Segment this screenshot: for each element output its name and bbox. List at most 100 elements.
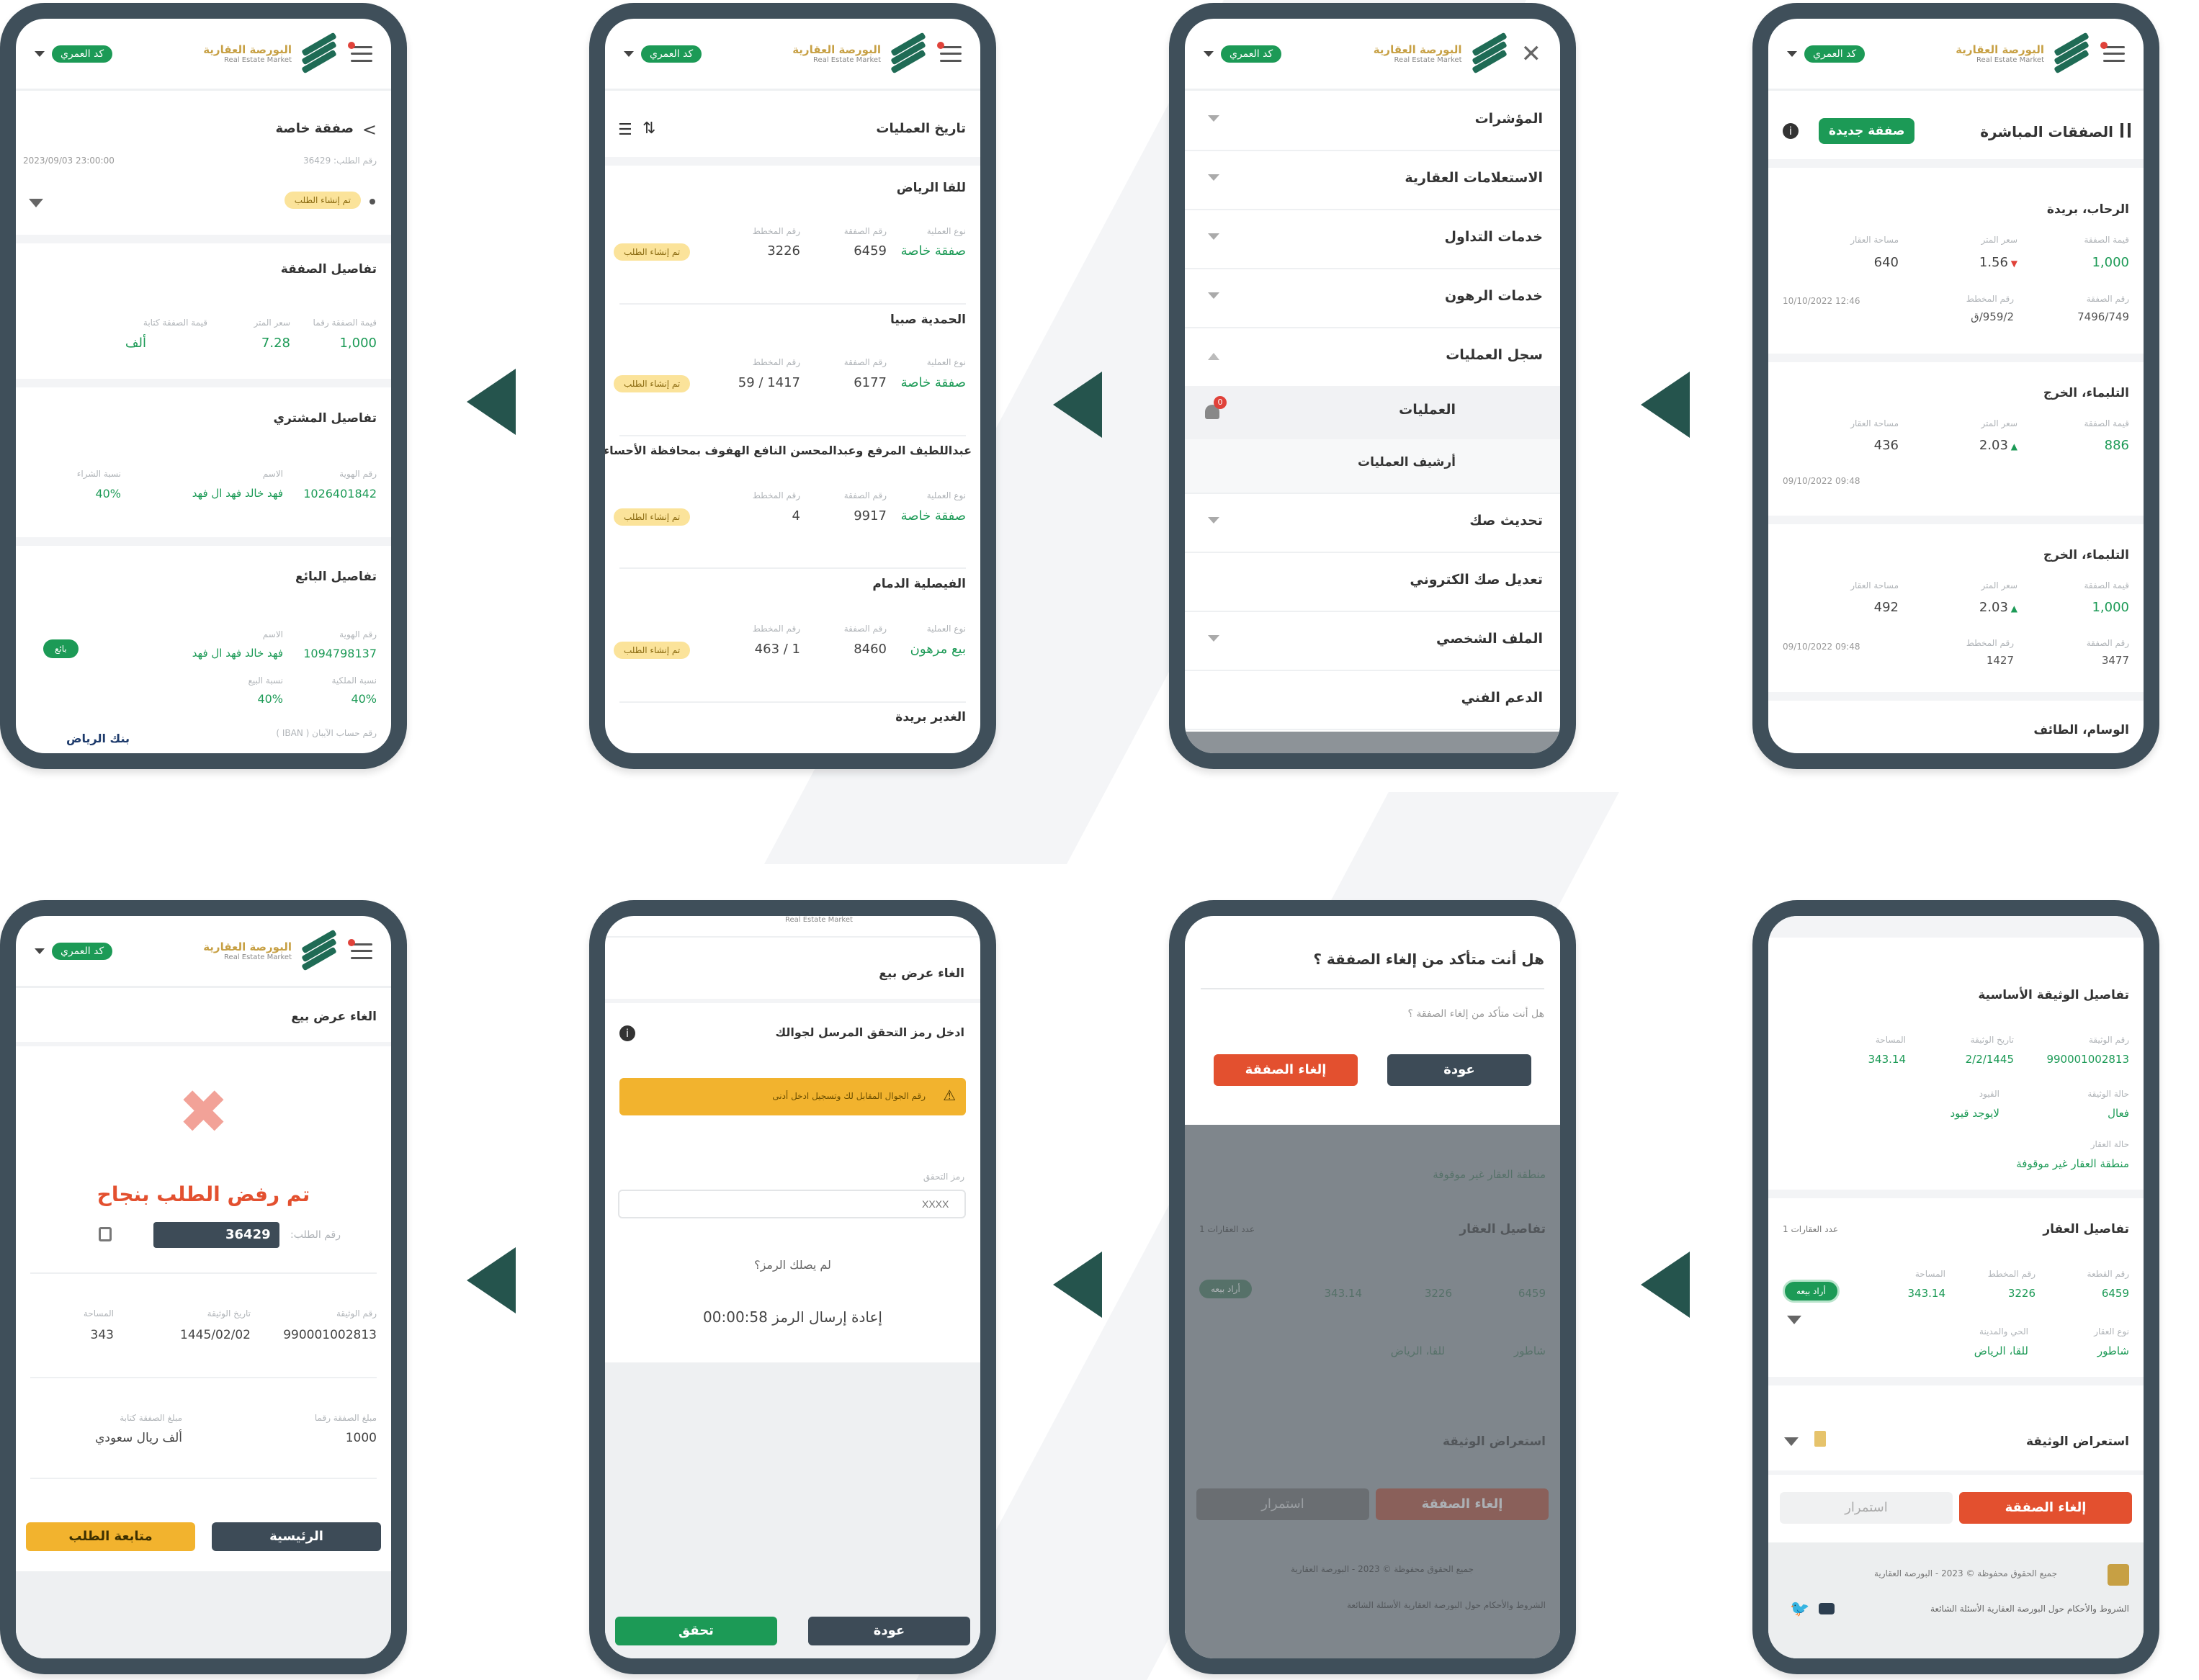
- buyer-id: 1026401842: [303, 487, 377, 500]
- deal-value: 1,000: [339, 336, 377, 351]
- menu-item-profile[interactable]: الملف الشخصي: [1185, 611, 1560, 671]
- chevron-down-icon[interactable]: [29, 199, 43, 207]
- app-header: البورصة العقارية Real Estate Market كد ال…: [1768, 19, 2144, 91]
- deal-date: 2023/09/03 23:00:00: [23, 156, 115, 166]
- field-label: الاسم: [262, 469, 283, 479]
- deal-card-city: التلبماء، الخرج: [2043, 548, 2129, 562]
- deal-value: 1,000: [2092, 600, 2129, 615]
- menu-icon[interactable]: [2100, 41, 2125, 62]
- resend-code-link[interactable]: إعادة إرسال الرمز 00:00:58: [605, 1308, 980, 1326]
- entry-plan: 4: [792, 508, 800, 524]
- logo-text-en: Real Estate Market: [1976, 56, 2044, 64]
- user-pill[interactable]: كد العمري: [52, 942, 113, 960]
- menu-icon[interactable]: [937, 41, 962, 62]
- filter-icon[interactable]: ☰: [618, 121, 632, 139]
- menu-item-update-deed[interactable]: تحديث صك: [1185, 493, 1560, 553]
- logo-text-en: Real Estate Market: [224, 953, 292, 961]
- home-button[interactable]: الرئيسية: [212, 1522, 381, 1551]
- dialog-back-button[interactable]: عودة: [1387, 1054, 1531, 1086]
- parcel-number: 6459: [1518, 1287, 1546, 1300]
- entry-type: صفقة خاصة: [900, 375, 966, 390]
- cancel-confirm-screen: هل أنت متأكد من إلغاء الصفقة ؟ هل أنت مت…: [1185, 916, 1560, 1658]
- footer-links[interactable]: الشروط والأحكام حول البورصة العقارية الأ…: [1930, 1604, 2129, 1614]
- menu-item-mortgage[interactable]: خدمات الرهون: [1185, 268, 1560, 328]
- copy-icon[interactable]: [99, 1227, 112, 1241]
- menu-item-trading[interactable]: خدمات التداول: [1185, 209, 1560, 269]
- dialog-cancel-deal-button[interactable]: إلغاء الصفقة: [1214, 1054, 1358, 1086]
- seller-tag: بائع: [43, 639, 79, 658]
- page-title: الغاء عرض بيع: [291, 1010, 377, 1024]
- market-logo: البورصة العقارية Real Estate Market: [203, 32, 341, 73]
- section-title: تفاصيل الوثيقة الأساسية: [1978, 988, 2129, 1002]
- field-label: رقم المخطط: [1966, 294, 2014, 304]
- menu-item-archive[interactable]: أرشيف العمليات: [1185, 439, 1560, 494]
- menu-item-operations[interactable]: العمليات 0: [1185, 386, 1560, 441]
- user-pill[interactable]: كد العمري: [1804, 45, 1866, 63]
- phone-document: تفاصيل الوثيقة الأساسية رقم الوثيقة 9900…: [1752, 900, 2159, 1674]
- deal-card-city: الوسام، الطائف: [2033, 723, 2129, 737]
- field-label: حالة العقار: [2090, 1139, 2129, 1149]
- field-label: نوع العملية: [926, 624, 966, 634]
- field-label: سعر المتر: [1981, 580, 2017, 590]
- user-pill[interactable]: كد العمري: [641, 45, 702, 63]
- chevron-down-icon[interactable]: [35, 948, 45, 954]
- verify-button[interactable]: تحقق: [615, 1617, 777, 1645]
- twitter-icon[interactable]: 🐦: [1790, 1600, 1809, 1618]
- youtube-icon[interactable]: [1819, 1603, 1835, 1614]
- document-icon[interactable]: [1814, 1431, 1826, 1447]
- info-icon[interactable]: i: [619, 1025, 635, 1041]
- user-pill[interactable]: كد العمري: [52, 45, 113, 63]
- menu-item-operations-log[interactable]: سجل العمليات: [1185, 327, 1560, 387]
- sort-icon[interactable]: ⇅: [642, 120, 655, 138]
- new-deal-button[interactable]: صفقة جديدة: [1819, 118, 1915, 144]
- logo-text-en: Real Estate Market: [813, 56, 881, 64]
- info-icon[interactable]: i: [1783, 123, 1799, 139]
- page-title: الغاء عرض بيع: [879, 966, 964, 981]
- chevron-down-icon[interactable]: [1787, 50, 1797, 57]
- chevron-down-icon[interactable]: [1784, 1437, 1799, 1446]
- chevron-down-icon[interactable]: [35, 50, 45, 57]
- logo-text-ar: البورصة العقارية: [203, 940, 292, 953]
- pause-icon[interactable]: [2120, 123, 2131, 138]
- menu-item-indicators[interactable]: المؤشرات: [1185, 91, 1560, 151]
- menu-item-edit-deed[interactable]: تعديل صك الكتروني: [1185, 552, 1560, 612]
- field-label: مبلغ الصفقة رقما: [314, 1413, 377, 1423]
- logo-text-en: Real Estate Market: [785, 916, 853, 924]
- back-chevron-icon[interactable]: >: [362, 120, 377, 140]
- page-title: الصفقات المباشرة: [1980, 123, 2113, 140]
- chevron-down-icon[interactable]: [1204, 50, 1214, 57]
- menu-item-support[interactable]: الدعم الفني: [1185, 670, 1560, 730]
- footer-copyright: جميع الحقوق محفوظة © 2023 - البورصة العق…: [1874, 1568, 2057, 1578]
- meter-price: 7.28: [261, 336, 290, 351]
- field-label: رقم حساب الآيبان ( IBAN ): [276, 728, 377, 738]
- field-label: المساحة: [1914, 1269, 1945, 1279]
- field-label: سعر المتر: [254, 318, 290, 328]
- otp-prompt: ادخل رمز التحقق المرسل لجوالك: [775, 1025, 965, 1039]
- otp-input[interactable]: [618, 1190, 966, 1218]
- back-button[interactable]: عودة: [808, 1617, 970, 1645]
- menu-item-inquiries[interactable]: الاستعلامات العقارية: [1185, 150, 1560, 210]
- track-request-button[interactable]: متابعة الطلب: [26, 1522, 195, 1551]
- user-pill[interactable]: كد العمري: [1221, 45, 1282, 63]
- view-document-label[interactable]: استعراض الوثيقة: [2026, 1434, 2129, 1449]
- field-label: رقم الوثيقة: [2089, 1035, 2129, 1045]
- field-label: نسبة البيع: [248, 675, 283, 686]
- market-logo: البورصة العقارية Real Estate Market: [1374, 32, 1511, 73]
- property-area: 343.14: [1324, 1287, 1363, 1300]
- side-menu-screen: ✕ البورصة العقارية Real Estate Market كد …: [1185, 19, 1560, 753]
- chevron-down-icon[interactable]: [1787, 1316, 1801, 1324]
- field-label: تاريخ الوثيقة: [207, 1308, 251, 1319]
- rejected-x-icon: ✖: [178, 1077, 229, 1147]
- flow-arrow-icon: [1053, 372, 1102, 438]
- result-screen: البورصة العقارية Real Estate Market كد ال…: [16, 916, 391, 1658]
- deal-details-screen: البورصة العقارية Real Estate Market كد ال…: [16, 19, 391, 753]
- section-title: تفاصيل العقار: [2043, 1222, 2129, 1236]
- menu-icon[interactable]: [348, 938, 372, 959]
- cancel-deal-button[interactable]: إلغاء الصفقة: [1959, 1492, 2132, 1524]
- field-label: سعر المتر: [1981, 235, 2017, 245]
- continue-button[interactable]: استمرار: [1780, 1492, 1953, 1524]
- chevron-down-icon[interactable]: [624, 50, 634, 57]
- buyer-share: 40%: [95, 487, 121, 500]
- menu-icon[interactable]: [348, 41, 372, 62]
- close-icon[interactable]: ✕: [1521, 42, 1542, 66]
